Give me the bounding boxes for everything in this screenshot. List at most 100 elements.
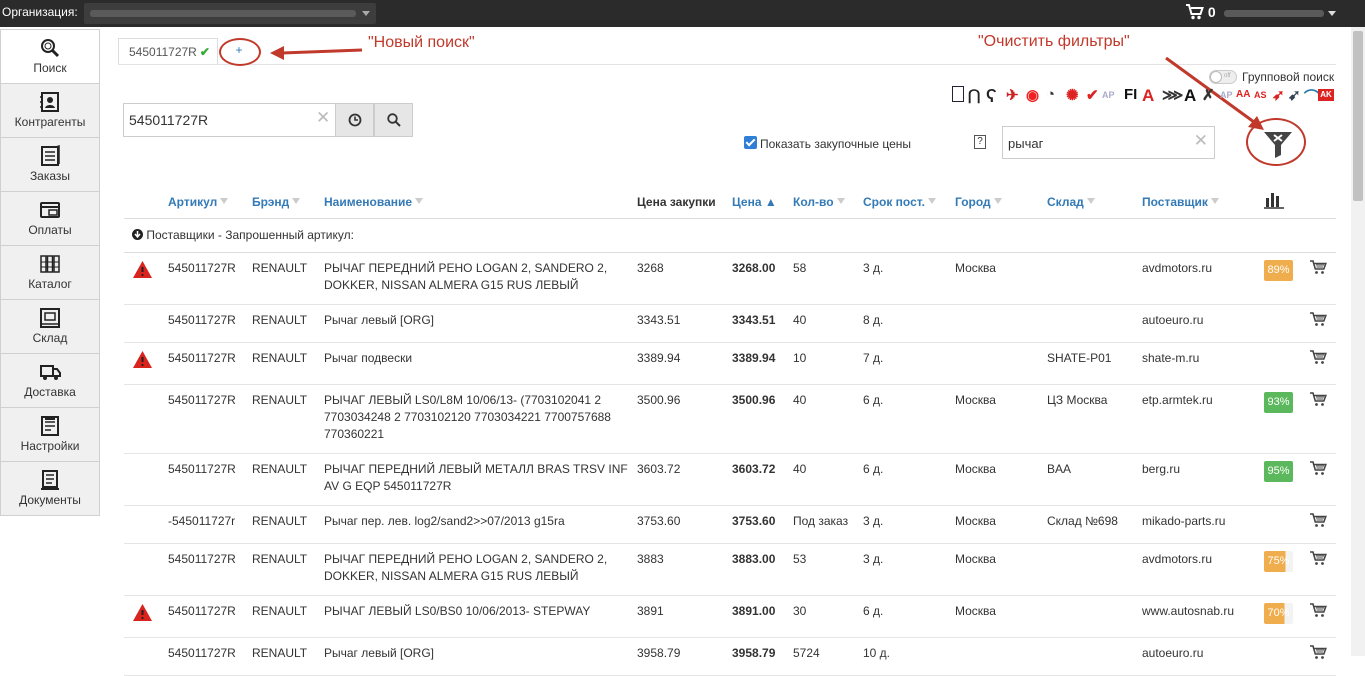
brand-logo-icon[interactable]: AS — [1254, 90, 1267, 108]
filter-icon[interactable] — [927, 197, 936, 204]
group-search-toggle[interactable]: off — [1209, 70, 1237, 84]
add-to-cart-icon[interactable] — [1310, 259, 1327, 275]
user-menu[interactable] — [1224, 3, 1342, 24]
sidebar-item-settings[interactable]: Настройки — [0, 408, 100, 462]
brand-logo-icon[interactable]: ⌒ — [1304, 86, 1319, 106]
organization-label: Организация: — [2, 5, 78, 19]
filter-icon[interactable] — [993, 197, 1002, 204]
brand-logo-icon[interactable]: A — [1184, 86, 1196, 105]
supplier-cell: www.autosnab.ru — [1142, 595, 1264, 638]
brand-logo-icon[interactable]: Ҁ — [986, 86, 997, 104]
brand-logo-icon[interactable]: ◔ — [1046, 86, 1055, 104]
sidebar-item-warehouse[interactable]: Склад — [0, 300, 100, 354]
filter-icon[interactable] — [1086, 197, 1095, 204]
filter-icon[interactable] — [1210, 197, 1219, 204]
header-warehouse[interactable]: Склад — [1047, 182, 1142, 219]
header-price[interactable]: Цена ▲ — [732, 182, 793, 219]
cart-cell[interactable] — [1310, 637, 1336, 676]
price-cell: 3389.94 — [732, 342, 793, 385]
catalog-icon — [40, 255, 60, 273]
sidebar-item-search[interactable]: Поиск — [0, 29, 100, 84]
cart-cell[interactable] — [1310, 543, 1336, 596]
tab-divider — [118, 64, 1336, 65]
add-to-cart-icon[interactable] — [1310, 311, 1327, 327]
sidebar-item-payments[interactable]: Оплаты — [0, 192, 100, 246]
brand-logo-icon[interactable]: AP — [1220, 90, 1233, 108]
header-city[interactable]: Город — [955, 182, 1047, 219]
header-quantity[interactable]: Кол-во — [793, 182, 863, 219]
add-to-cart-icon[interactable] — [1310, 512, 1327, 528]
header-stats[interactable] — [1264, 182, 1310, 219]
header-brand[interactable]: Брэнд — [252, 182, 324, 219]
tab-search-result[interactable]: 545011727R ✔ — [118, 38, 218, 64]
cart-cell[interactable] — [1310, 505, 1336, 544]
filter-icon[interactable] — [836, 197, 845, 204]
name-cell: Рычаг левый [ORG] — [324, 304, 637, 343]
cart-cell[interactable] — [1310, 304, 1336, 343]
name-cell: РЫЧАГ ПЕРЕДНИЙ РЕНО LOGAN 2, SANDERO 2, … — [324, 543, 637, 596]
search-button[interactable] — [374, 103, 413, 137]
bar-chart-icon[interactable] — [1264, 192, 1284, 209]
filter-icon[interactable] — [415, 197, 424, 204]
history-button[interactable] — [335, 103, 374, 137]
brand-logo-icon[interactable]: ◉ — [1026, 86, 1039, 104]
add-to-cart-icon[interactable] — [1310, 391, 1327, 407]
brand-logo-icon[interactable]: AK — [1318, 89, 1334, 101]
arrow-circle-down-icon[interactable] — [132, 228, 143, 240]
sidebar-item-documents[interactable]: Документы — [0, 462, 100, 516]
brand-logo-icon[interactable]: FI — [1124, 86, 1137, 104]
brand-logo-icon[interactable]: ✈ — [1006, 86, 1019, 104]
rating-cell: 70% — [1264, 595, 1310, 638]
scrollbar-thumb[interactable] — [1353, 31, 1363, 201]
sidebar-item-orders[interactable]: Заказы — [0, 138, 100, 192]
help-icon[interactable]: ? — [974, 135, 986, 149]
cart-cell[interactable] — [1310, 453, 1336, 506]
add-to-cart-icon[interactable] — [1310, 460, 1327, 476]
organization-select[interactable] — [84, 3, 376, 24]
warning-cell — [124, 304, 168, 343]
filter-icon[interactable] — [292, 197, 301, 204]
price-cell: 3343.51 — [732, 304, 793, 343]
brand-logo-icon[interactable]: ⋂ — [968, 86, 980, 104]
brand-logo-icon[interactable]: A — [1142, 86, 1154, 105]
brand-logo-icon[interactable]: AA — [1236, 89, 1250, 107]
brand-logo-icon[interactable]: ➹ — [1288, 86, 1301, 104]
show-purchase-prices-checkbox[interactable] — [744, 136, 757, 149]
header-name[interactable]: Наименование — [324, 182, 637, 219]
sidebar-item-delivery[interactable]: Доставка — [0, 354, 100, 408]
warning-cell — [124, 453, 168, 506]
header-article[interactable]: Артикул — [168, 182, 252, 219]
header-purchase-price[interactable]: Цена закупки — [637, 182, 732, 219]
delivery-cell: 3 д. — [863, 252, 955, 305]
clear-filter-input-icon[interactable]: ✕ — [1194, 131, 1208, 151]
cart-cell[interactable] — [1310, 342, 1336, 385]
filter-input[interactable]: рычаг ✕ — [1002, 126, 1215, 159]
brand-cell: RENAULT — [252, 453, 324, 506]
add-to-cart-icon[interactable] — [1310, 349, 1327, 365]
brand-logo-icon[interactable]: AP — [1102, 90, 1115, 108]
brand-logo-icon[interactable]: ➶ — [1272, 86, 1285, 104]
brand-logo-icon[interactable]: ✺ — [1066, 86, 1079, 104]
sidebar-item-catalog[interactable]: Каталог — [0, 246, 100, 300]
sidebar-item-contractors[interactable]: Контрагенты — [0, 84, 100, 138]
delivery-icon — [40, 365, 61, 380]
brand-logo-icon[interactable] — [952, 86, 964, 102]
filter-icon[interactable] — [220, 197, 229, 204]
cart-button[interactable]: 0 — [1186, 4, 1216, 20]
add-to-cart-icon[interactable] — [1310, 550, 1327, 566]
add-to-cart-icon[interactable] — [1310, 602, 1327, 618]
cart-cell[interactable] — [1310, 384, 1336, 454]
header-supplier[interactable]: Поставщик — [1142, 182, 1264, 219]
brand-logo-icon[interactable]: ✗ — [1202, 86, 1215, 104]
brand-logo-icon[interactable]: ✔ — [1086, 86, 1099, 104]
search-input[interactable]: 545011727R — [123, 103, 336, 137]
brand-logo-icon[interactable]: ⋙ — [1162, 86, 1183, 104]
add-to-cart-icon[interactable] — [1310, 644, 1327, 660]
cart-cell[interactable] — [1310, 252, 1336, 305]
clear-search-icon[interactable]: ✕ — [316, 108, 330, 128]
chevron-down-icon — [362, 11, 370, 16]
header-delivery[interactable]: Срок пост. — [863, 182, 955, 219]
group-row[interactable]: Поставщики - Запрошенный артикул: — [124, 218, 1336, 253]
cart-cell[interactable] — [1310, 595, 1336, 638]
scrollbar[interactable] — [1351, 27, 1365, 656]
